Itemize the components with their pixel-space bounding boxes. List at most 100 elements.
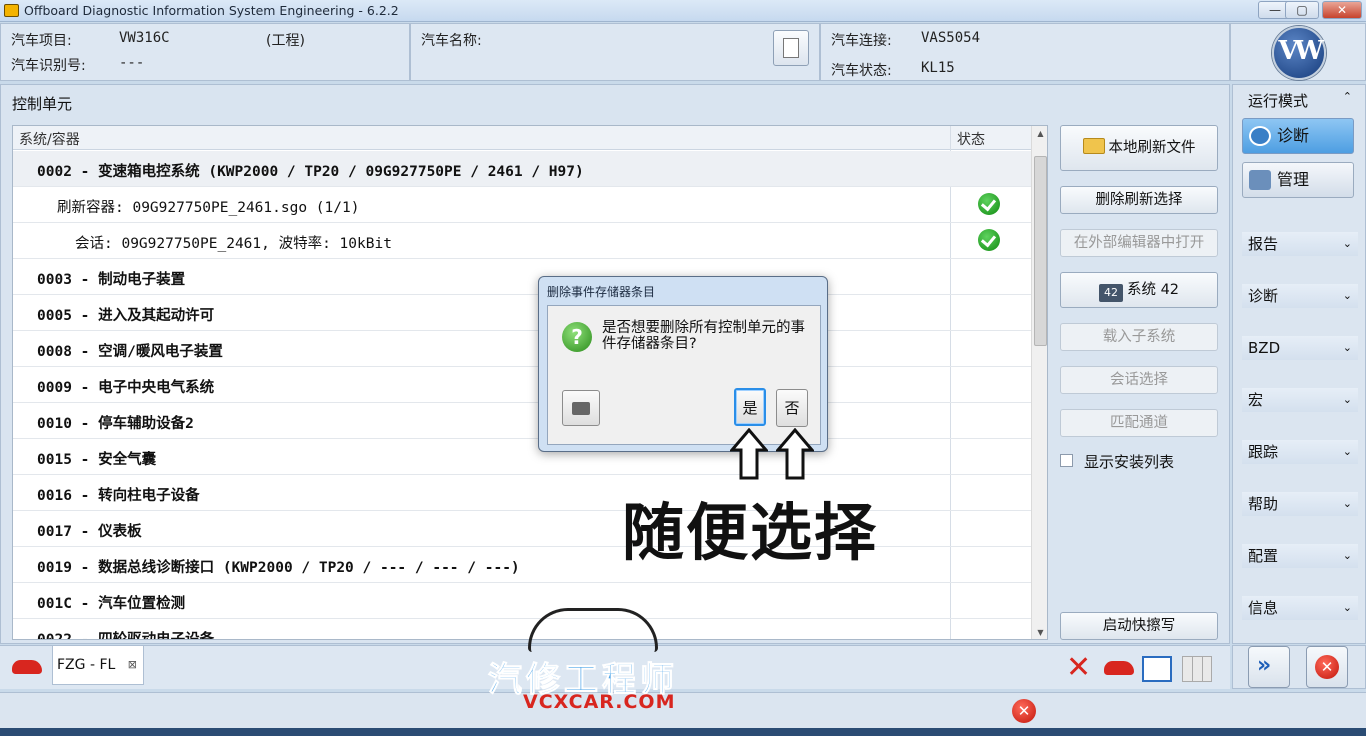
watermark-en: VCXCAR.COM: [523, 691, 676, 713]
system-button[interactable]: 42 系统 42: [1060, 272, 1218, 308]
manage-mode-button[interactable]: 管理: [1242, 162, 1354, 198]
up-arrow-icon: [776, 428, 814, 480]
screenshot-button[interactable]: [562, 390, 600, 426]
stethoscope-icon: [1249, 126, 1271, 146]
scroll-down-icon[interactable]: ▼: [1032, 625, 1047, 639]
row-label: 0005 - 进入及其起动许可: [37, 308, 215, 324]
dialog-title: 删除事件存储器条目: [547, 285, 656, 299]
table-row[interactable]: 0010 - 停车辅助设备2: [13, 403, 1031, 439]
sidebar-section-3[interactable]: 宏 ⌄: [1242, 388, 1358, 412]
sidebar-section-label: 诊断: [1248, 287, 1279, 305]
name-label: 汽车名称:: [421, 33, 482, 49]
tab-fzg-fl[interactable]: FZG - FL ⊠: [52, 645, 144, 685]
connection-value: VAS5054: [921, 30, 981, 46]
row-label: 0016 - 转向柱电子设备: [37, 488, 200, 504]
table-row[interactable]: 0002 - 变速箱电控系统 (KWP2000 / TP20 / 09G9277…: [13, 151, 1031, 187]
state-label: 汽车状态:: [831, 63, 892, 79]
car-tool-icon[interactable]: [1104, 661, 1134, 675]
mode-title: 运行模式 ⌃: [1248, 90, 1352, 110]
checklist-icon[interactable]: [1142, 656, 1172, 682]
sidebar-section-6[interactable]: 配置 ⌄: [1242, 544, 1358, 568]
tab-close-icon[interactable]: ⊠: [128, 646, 137, 684]
table-row[interactable]: 001C - 汽车位置检测: [13, 583, 1031, 619]
exit-icon: ✕: [1315, 655, 1339, 679]
row-label: 0010 - 停车辅助设备2: [37, 416, 194, 432]
row-label: 0002 - 变速箱电控系统 (KWP2000 / TP20 / 09G9277…: [37, 164, 584, 180]
window-title: Offboard Diagnostic Information System E…: [24, 3, 399, 18]
folder-icon: [1082, 138, 1105, 154]
project-value: VW316C: [119, 30, 170, 46]
edit-name-button[interactable]: [773, 30, 809, 66]
os-taskbar: [0, 728, 1366, 736]
grid-icon[interactable]: [1182, 656, 1212, 682]
table-row[interactable]: 0017 - 仪表板: [13, 511, 1031, 547]
row-label: 0008 - 空调/暖风电子装置: [37, 344, 223, 360]
row-label: 0015 - 安全气囊: [37, 452, 157, 468]
title-bar: Offboard Diagnostic Information System E…: [0, 0, 1366, 22]
sidebar-section-2[interactable]: BZD ⌄: [1242, 336, 1358, 360]
sidebar-section-label: 宏: [1248, 391, 1264, 409]
scroll-thumb[interactable]: [1034, 156, 1047, 346]
load-subsystem-button[interactable]: 载入子系统: [1060, 323, 1218, 351]
chevron-down-icon: ⌄: [1342, 549, 1352, 562]
row-label: 0019 - 数据总线诊断接口 (KWP2000 / TP20 / --- / …: [37, 560, 520, 576]
yes-button[interactable]: 是: [734, 388, 766, 426]
local-flash-button[interactable]: 本地刷新文件: [1060, 125, 1218, 171]
no-button[interactable]: 否: [776, 389, 808, 427]
maximize-button[interactable]: ▢: [1285, 1, 1319, 19]
control-unit-list[interactable]: 系统/容器 状态 0002 - 变速箱电控系统 (KWP2000 / TP20 …: [12, 125, 1048, 640]
app-icon: [4, 4, 19, 17]
sidebar-section-label: 信息: [1248, 599, 1279, 617]
table-row[interactable]: 0008 - 空调/暖风电子装置: [13, 331, 1031, 367]
car-icon[interactable]: [12, 660, 42, 674]
sidebar-section-label: 配置: [1248, 547, 1279, 565]
quick-flash-button[interactable]: 启动快擦写: [1060, 612, 1218, 640]
project-mode: (工程): [266, 33, 305, 49]
diagnosis-mode-button[interactable]: 诊断: [1242, 118, 1354, 154]
sidebar-section-1[interactable]: 诊断 ⌄: [1242, 284, 1358, 308]
list-scrollbar[interactable]: ▲ ▼: [1031, 126, 1047, 639]
table-row[interactable]: 会话: 09G927750PE_2461, 波特率: 10kBit: [13, 223, 1031, 259]
open-external-button[interactable]: 在外部编辑器中打开: [1060, 229, 1218, 257]
table-row[interactable]: 0015 - 安全气囊: [13, 439, 1031, 475]
vehicle-info-panel: 汽车项目: VW316C (工程) 汽车识别号: ---: [0, 23, 410, 81]
error-status-icon[interactable]: ✕: [1012, 699, 1036, 723]
connection-panel: 汽车连接: VAS5054 汽车状态: KL15: [820, 23, 1230, 81]
table-row[interactable]: 刷新容器: 09G927750PE_2461.sgo (1/1): [13, 187, 1031, 223]
settings-icon: [1249, 170, 1271, 190]
sidebar-section-7[interactable]: 信息 ⌄: [1242, 596, 1358, 620]
ok-check-icon: [978, 193, 1000, 215]
forward-button[interactable]: »: [1248, 646, 1290, 688]
delete-icon[interactable]: ✕: [1066, 653, 1091, 683]
delete-dtc-dialog: 删除事件存储器条目 ? 是否想要删除所有控制单元的事件存储器条目? 是 否: [538, 276, 828, 452]
state-value: KL15: [921, 60, 955, 76]
table-row[interactable]: 0016 - 转向柱电子设备: [13, 475, 1031, 511]
show-install-list-checkbox[interactable]: [1060, 454, 1073, 467]
sidebar-section-4[interactable]: 跟踪 ⌄: [1242, 440, 1358, 464]
delete-flash-button[interactable]: 删除刷新选择: [1060, 186, 1218, 214]
system-icon: 42: [1098, 284, 1123, 302]
chevron-up-icon: ⌃: [1342, 90, 1352, 103]
session-select-button[interactable]: 会话选择: [1060, 366, 1218, 394]
connection-label: 汽车连接:: [831, 33, 892, 49]
table-row[interactable]: 0022 - 四轮驱动电子设备: [13, 619, 1031, 639]
column-status: 状态: [957, 132, 985, 148]
table-row[interactable]: 0009 - 电子中央电气系统: [13, 367, 1031, 403]
sidebar-section-5[interactable]: 帮助 ⌄: [1242, 492, 1358, 516]
row-label: 001C - 汽车位置检测: [37, 596, 186, 612]
scroll-up-icon[interactable]: ▲: [1032, 126, 1047, 142]
table-row[interactable]: 0019 - 数据总线诊断接口 (KWP2000 / TP20 / --- / …: [13, 547, 1031, 583]
close-window-button[interactable]: ✕: [1322, 1, 1362, 19]
match-channel-button[interactable]: 匹配通道: [1060, 409, 1218, 437]
table-row[interactable]: 0003 - 制动电子装置: [13, 259, 1031, 295]
up-arrow-icon: [730, 428, 768, 480]
sidebar-section-label: BZD: [1248, 339, 1281, 357]
row-label: 0017 - 仪表板: [37, 524, 142, 540]
sidebar-section-0[interactable]: 报告 ⌄: [1242, 232, 1358, 256]
sidebar-section-label: 帮助: [1248, 495, 1279, 513]
exit-button[interactable]: ✕: [1306, 646, 1348, 688]
table-row[interactable]: 0005 - 进入及其起动许可: [13, 295, 1031, 331]
camera-icon: [572, 402, 590, 415]
list-header: 系统/容器 状态: [13, 126, 1031, 150]
vehicle-name-panel: 汽车名称:: [410, 23, 820, 81]
